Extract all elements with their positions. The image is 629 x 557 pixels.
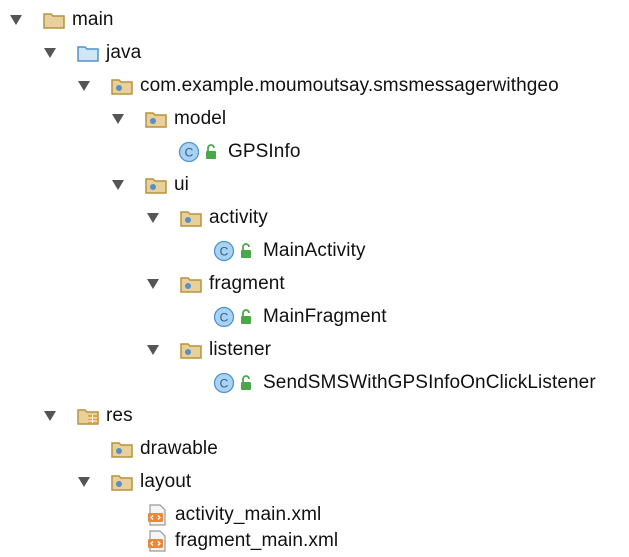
folder-icon	[42, 10, 66, 30]
tree-node-activity[interactable]: activity	[145, 202, 268, 234]
expand-arrow-icon[interactable]	[145, 342, 161, 358]
resource-folder-icon	[76, 406, 100, 426]
expand-arrow-icon[interactable]	[76, 78, 92, 94]
tree-node-main-fragment[interactable]: C MainFragment	[213, 301, 387, 333]
project-tree: main java com.example.moumoutsay.smsmess…	[0, 0, 629, 552]
expand-arrow-icon[interactable]	[76, 474, 92, 490]
unlocked-icon	[204, 143, 218, 161]
tree-label-gpsinfo: GPSInfo	[228, 141, 301, 162]
package-icon	[110, 76, 134, 96]
tree-label-fragment-main-xml: fragment_main.xml	[175, 530, 339, 551]
tree-label-drawable: drawable	[140, 438, 218, 459]
expand-arrow-icon[interactable]	[110, 177, 126, 193]
tree-node-package[interactable]: com.example.moumoutsay.smsmessagerwithge…	[76, 70, 559, 102]
tree-node-fragment-main-xml[interactable]: fragment_main.xml	[145, 525, 338, 557]
tree-label-fragment: fragment	[209, 273, 285, 294]
source-folder-icon	[76, 43, 100, 63]
tree-label-layout: layout	[140, 471, 192, 492]
expand-arrow-icon[interactable]	[42, 408, 58, 424]
expand-arrow-icon[interactable]	[145, 210, 161, 226]
class-icon: C	[213, 306, 235, 328]
class-letter: C	[220, 377, 229, 391]
class-letter: C	[185, 146, 194, 160]
tree-label-activity-main-xml: activity_main.xml	[175, 504, 322, 525]
tree-node-layout[interactable]: layout	[76, 466, 191, 498]
tree-label-java: java	[106, 42, 142, 63]
class-icon: C	[178, 141, 200, 163]
tree-label-main-activity: MainActivity	[263, 240, 366, 261]
tree-label-model: model	[174, 108, 227, 129]
tree-node-gpsinfo[interactable]: C GPSInfo	[178, 136, 301, 168]
tree-label-send-listener: SendSMSWithGPSInfoOnClickListener	[263, 372, 596, 393]
tree-node-main[interactable]: main	[8, 4, 114, 36]
unlocked-icon	[239, 374, 253, 392]
xml-file-icon	[145, 504, 169, 526]
package-icon	[144, 175, 168, 195]
tree-node-model[interactable]: model	[110, 103, 226, 135]
package-icon	[179, 274, 203, 294]
tree-node-send-listener[interactable]: C SendSMSWithGPSInfoOnClickListener	[213, 367, 596, 399]
tree-node-listener[interactable]: listener	[145, 334, 271, 366]
package-icon	[144, 109, 168, 129]
expand-arrow-icon[interactable]	[145, 276, 161, 292]
package-icon	[110, 439, 134, 459]
class-letter: C	[220, 311, 229, 325]
tree-node-drawable[interactable]: drawable	[110, 433, 218, 465]
expand-arrow-icon[interactable]	[110, 111, 126, 127]
tree-node-main-activity[interactable]: C MainActivity	[213, 235, 366, 267]
tree-label-package: com.example.moumoutsay.smsmessagerwithge…	[140, 75, 559, 96]
unlocked-icon	[239, 308, 253, 326]
tree-label-ui: ui	[174, 174, 189, 195]
class-letter: C	[220, 245, 229, 259]
package-icon	[179, 340, 203, 360]
tree-node-ui[interactable]: ui	[110, 169, 189, 201]
unlocked-icon	[239, 242, 253, 260]
tree-label-main-fragment: MainFragment	[263, 306, 387, 327]
package-icon	[110, 472, 134, 492]
xml-file-icon	[145, 530, 169, 552]
tree-label-listener: listener	[209, 339, 272, 360]
class-icon: C	[213, 372, 235, 394]
package-icon	[179, 208, 203, 228]
tree-label-res: res	[106, 405, 133, 426]
tree-label-activity: activity	[209, 207, 268, 228]
class-icon: C	[213, 240, 235, 262]
tree-label-main: main	[72, 9, 114, 30]
tree-node-java[interactable]: java	[42, 37, 141, 69]
expand-arrow-icon[interactable]	[42, 45, 58, 61]
expand-arrow-icon[interactable]	[8, 12, 24, 28]
tree-node-res[interactable]: res	[42, 400, 133, 432]
tree-node-fragment[interactable]: fragment	[145, 268, 285, 300]
